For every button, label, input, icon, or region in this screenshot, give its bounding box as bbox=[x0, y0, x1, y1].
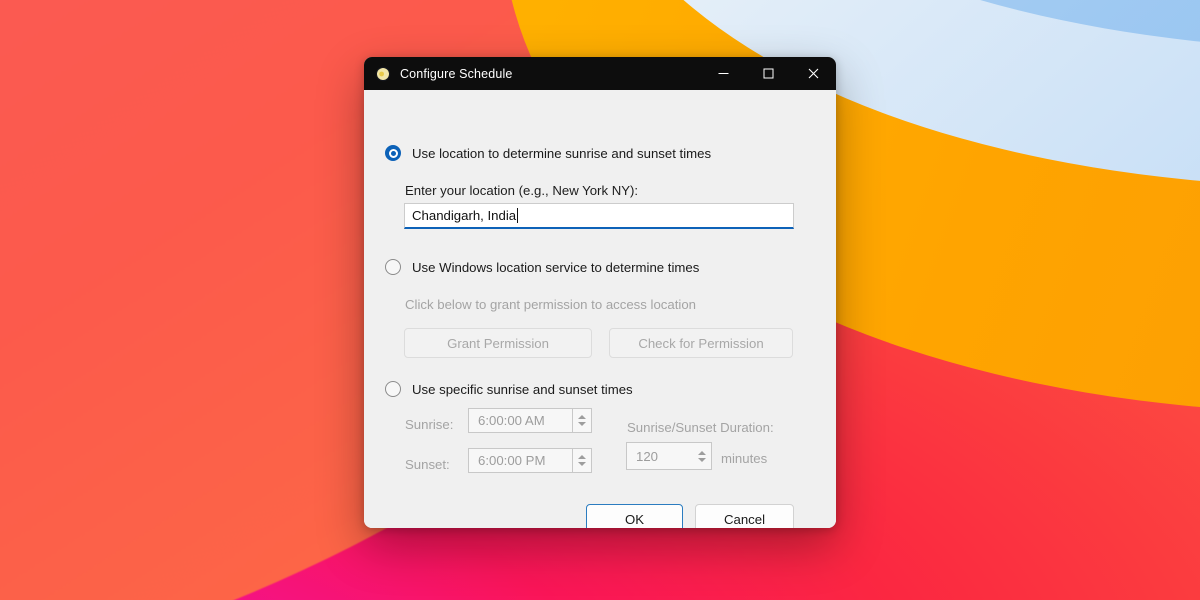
permission-hint-label: Click below to grant permission to acces… bbox=[405, 297, 696, 312]
location-input-value: Chandigarh, India bbox=[412, 208, 517, 223]
grant-permission-label: Grant Permission bbox=[447, 335, 549, 351]
duration-value[interactable]: 120 bbox=[626, 442, 693, 470]
ok-button[interactable]: OK bbox=[586, 504, 683, 528]
sunset-time-value[interactable]: 6:00:00 PM bbox=[468, 448, 573, 473]
chevron-down-icon[interactable] bbox=[698, 457, 706, 462]
radio-indicator-unselected bbox=[385, 259, 401, 275]
sunset-label: Sunset: bbox=[405, 457, 450, 472]
title-bar[interactable]: Configure Schedule bbox=[364, 57, 836, 90]
cancel-button-label: Cancel bbox=[723, 511, 766, 527]
radio-option-windows-service[interactable]: Use Windows location service to determin… bbox=[385, 259, 699, 275]
radio-label-specific-times: Use specific sunrise and sunset times bbox=[412, 381, 633, 397]
chevron-up-icon[interactable] bbox=[578, 415, 586, 419]
dialog-body: Use location to determine sunrise and su… bbox=[364, 90, 836, 528]
location-prompt-label: Enter your location (e.g., New York NY): bbox=[405, 183, 639, 198]
radio-label-windows-service: Use Windows location service to determin… bbox=[412, 259, 700, 275]
sun-moon-icon bbox=[375, 66, 391, 82]
configure-schedule-dialog: Configure Schedule Use location to deter… bbox=[364, 57, 836, 528]
close-icon bbox=[808, 68, 819, 79]
chevron-up-icon[interactable] bbox=[578, 455, 586, 459]
grant-permission-button[interactable]: Grant Permission bbox=[404, 328, 592, 358]
cancel-button[interactable]: Cancel bbox=[695, 504, 794, 528]
radio-indicator-selected bbox=[385, 145, 401, 161]
sunrise-spinner-arrows[interactable] bbox=[573, 408, 592, 433]
duration-spinner[interactable]: 120 bbox=[626, 442, 712, 470]
check-permission-label: Check for Permission bbox=[638, 335, 764, 351]
sunrise-time-value[interactable]: 6:00:00 AM bbox=[468, 408, 573, 433]
maximize-icon bbox=[763, 68, 774, 79]
radio-option-use-location[interactable]: Use location to determine sunrise and su… bbox=[385, 145, 711, 161]
sunset-time-spinner[interactable]: 6:00:00 PM bbox=[468, 448, 592, 473]
duration-unit-label: minutes bbox=[721, 451, 768, 466]
radio-indicator-unselected bbox=[385, 381, 401, 397]
text-caret bbox=[517, 208, 519, 223]
sunset-spinner-arrows[interactable] bbox=[573, 448, 592, 473]
chevron-up-icon[interactable] bbox=[698, 450, 706, 455]
window-controls bbox=[701, 57, 836, 90]
sunrise-time-spinner[interactable]: 6:00:00 AM bbox=[468, 408, 592, 433]
sunrise-label: Sunrise: bbox=[405, 417, 454, 432]
minimize-icon bbox=[718, 73, 729, 74]
chevron-down-icon[interactable] bbox=[578, 422, 586, 426]
radio-label-use-location: Use location to determine sunrise and su… bbox=[412, 145, 712, 161]
chevron-down-icon[interactable] bbox=[578, 462, 586, 466]
check-permission-button[interactable]: Check for Permission bbox=[609, 328, 793, 358]
desktop-wallpaper: Configure Schedule Use location to deter… bbox=[0, 0, 1200, 600]
duration-spinner-arrows[interactable] bbox=[693, 442, 712, 470]
close-button[interactable] bbox=[791, 57, 836, 90]
maximize-button[interactable] bbox=[746, 57, 791, 90]
minimize-button[interactable] bbox=[701, 57, 746, 90]
ok-button-label: OK bbox=[624, 511, 645, 527]
window-title: Configure Schedule bbox=[400, 66, 513, 81]
duration-label: Sunrise/Sunset Duration: bbox=[627, 420, 774, 435]
radio-option-specific-times[interactable]: Use specific sunrise and sunset times bbox=[385, 381, 633, 397]
location-input[interactable]: Chandigarh, India bbox=[404, 203, 794, 229]
